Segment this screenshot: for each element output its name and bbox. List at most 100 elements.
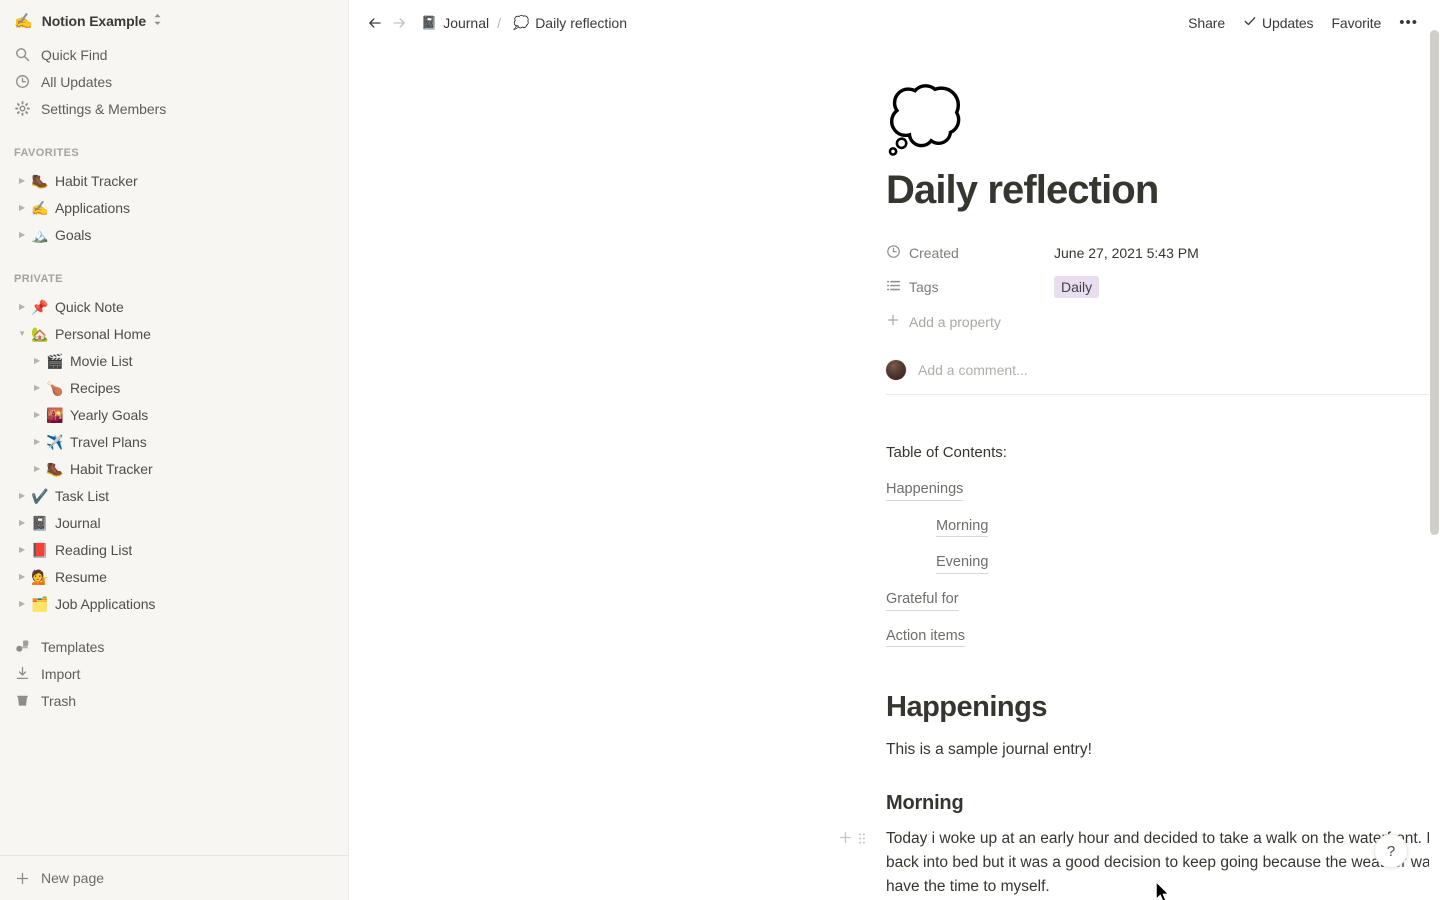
chevron-right-icon[interactable]: ▶ <box>14 545 30 554</box>
toc-link[interactable]: Happenings <box>886 480 964 501</box>
workspace-switcher[interactable]: ✍️ Notion Example <box>0 6 348 36</box>
comment-composer[interactable]: Add a comment... <box>886 360 1440 395</box>
toc-link[interactable]: Morning <box>936 517 989 538</box>
chevron-right-icon[interactable]: ▶ <box>14 203 30 212</box>
property-name-created[interactable]: Created <box>880 241 1048 265</box>
page-emoji-icon: 📓 <box>31 514 49 531</box>
property-row-tags: Tags Daily <box>886 270 1440 304</box>
chevron-right-icon[interactable]: ▶ <box>29 356 45 365</box>
toc-link[interactable]: Grateful for <box>886 590 959 611</box>
new-page-button[interactable]: New page <box>0 856 348 900</box>
sidebar-item-import[interactable]: Import <box>0 660 348 687</box>
drag-handle-icon[interactable] <box>857 831 867 848</box>
search-icon <box>14 46 31 63</box>
sidebar-item-settings-members[interactable]: Settings & Members <box>0 95 348 122</box>
share-button[interactable]: Share <box>1180 11 1233 35</box>
sidebar-item-label: Templates <box>41 638 105 655</box>
chevron-right-icon[interactable]: ▶ <box>14 572 30 581</box>
toc-link[interactable]: Evening <box>936 553 989 574</box>
property-name-tags[interactable]: Tags <box>880 275 1048 299</box>
sidebar-page-label: Applications <box>55 199 130 216</box>
toc-heading[interactable]: Table of Contents: <box>886 441 1440 464</box>
favorite-label: Favorite <box>1331 14 1382 31</box>
chevron-right-icon[interactable]: ▶ <box>29 410 45 419</box>
sidebar-page-resume[interactable]: ▶ 💁 Resume <box>0 563 348 590</box>
page-scrollbar[interactable] <box>1429 0 1440 900</box>
block-handles <box>838 830 867 848</box>
question-mark-icon: ? <box>1386 842 1396 860</box>
chevron-down-icon[interactable]: ▼ <box>14 329 30 338</box>
sidebar-page-recipes[interactable]: ▶ 🍗 Recipes <box>0 374 348 401</box>
page-emoji-icon: 📕 <box>31 541 49 558</box>
sidebar-page-label: Task List <box>55 487 110 504</box>
sidebar-footer: New page <box>0 855 348 900</box>
toc-entry-morning: Morning <box>936 517 1440 538</box>
forward-button[interactable] <box>387 11 411 35</box>
sidebar-item-templates[interactable]: Templates <box>0 633 348 660</box>
share-label: Share <box>1188 14 1225 31</box>
sidebar-scroll-area[interactable]: ✍️ Notion Example Quick Find All Updates <box>0 0 348 855</box>
page-icon-thought-balloon-icon[interactable]: 💭 <box>886 90 1440 152</box>
chevron-right-icon[interactable]: ▶ <box>14 176 30 185</box>
sidebar-page-journal[interactable]: ▶ 📓 Journal <box>0 509 348 536</box>
sidebar-page-applications[interactable]: ▶ ✍️ Applications <box>0 194 348 221</box>
sidebar-page-yearly-goals[interactable]: ▶ 🌇 Yearly Goals <box>0 401 348 428</box>
favorite-button[interactable]: Favorite <box>1323 11 1389 35</box>
sidebar-item-all-updates[interactable]: All Updates <box>0 68 348 95</box>
list-icon <box>886 278 901 296</box>
sidebar-page-label: Yearly Goals <box>70 406 149 423</box>
body-paragraph[interactable]: Today i woke up at an early hour and dec… <box>886 827 1440 899</box>
chevron-right-icon[interactable]: ▶ <box>14 599 30 608</box>
breadcrumb-journal[interactable]: 📓 Journal <box>415 13 495 33</box>
avatar <box>886 360 906 380</box>
toc-link[interactable]: Action items <box>886 627 965 648</box>
breadcrumb-separator: / <box>497 14 501 31</box>
chevron-right-icon[interactable]: ▶ <box>29 437 45 446</box>
chevron-right-icon[interactable]: ▶ <box>29 464 45 473</box>
sidebar-item-quick-find[interactable]: Quick Find <box>0 41 348 68</box>
property-label: Tags <box>909 279 939 295</box>
sidebar-page-habit-tracker[interactable]: ▶ 🥾 Habit Tracker <box>0 455 348 482</box>
sidebar-page-label: Habit Tracker <box>55 172 138 189</box>
sidebar-item-label: All Updates <box>41 73 113 90</box>
sidebar-page-personal-home[interactable]: ▼ 🏡 Personal Home <box>0 320 348 347</box>
chevron-right-icon[interactable]: ▶ <box>14 302 30 311</box>
help-button[interactable]: ? <box>1374 834 1408 868</box>
add-property-label: Add a property <box>909 313 1001 330</box>
comment-input-placeholder[interactable]: Add a comment... <box>918 362 1028 378</box>
scrollbar-thumb[interactable] <box>1430 30 1439 535</box>
property-value-created[interactable]: June 27, 2021 5:43 PM <box>1048 242 1205 264</box>
back-button[interactable] <box>363 11 387 35</box>
sidebar-page-goals[interactable]: ▶ 🏔️ Goals <box>0 221 348 248</box>
chevron-right-icon[interactable]: ▶ <box>14 230 30 239</box>
intro-paragraph[interactable]: This is a sample journal entry! <box>886 738 1440 762</box>
page-title[interactable]: Daily reflection <box>886 166 1440 214</box>
chevron-updown-icon <box>153 13 162 29</box>
sidebar-page-travel-plans[interactable]: ▶ ✈️ Travel Plans <box>0 428 348 455</box>
sidebar-page-movie-list[interactable]: ▶ 🎬 Movie List <box>0 347 348 374</box>
sidebar-page-task-list[interactable]: ▶ ✔️ Task List <box>0 482 348 509</box>
add-block-icon[interactable] <box>838 830 853 848</box>
chevron-right-icon[interactable]: ▶ <box>14 491 30 500</box>
chevron-right-icon[interactable]: ▶ <box>14 518 30 527</box>
chevron-right-icon[interactable]: ▶ <box>29 383 45 392</box>
sidebar-page-label: Journal <box>55 514 101 531</box>
page-emoji-icon: ✍️ <box>31 199 49 216</box>
sidebar-page-habit-tracker-fav[interactable]: ▶ 🥾 Habit Tracker <box>0 167 348 194</box>
page-scroll-container[interactable]: 💭 Daily reflection Created June 27, 2021… <box>349 45 1440 900</box>
subheading-morning[interactable]: Morning <box>886 792 1440 815</box>
sidebar-page-label: Travel Plans <box>70 433 147 450</box>
more-options-button[interactable]: ••• <box>1391 14 1426 32</box>
ellipsis-icon: ••• <box>1399 13 1418 31</box>
sidebar-page-reading-list[interactable]: ▶ 📕 Reading List <box>0 536 348 563</box>
add-property-button[interactable]: Add a property <box>880 309 1007 334</box>
updates-button[interactable]: Updates <box>1235 10 1321 35</box>
breadcrumb-daily-reflection[interactable]: 💭 Daily reflection <box>507 13 633 33</box>
sidebar-item-trash[interactable]: Trash <box>0 687 348 714</box>
sidebar-page-quick-note[interactable]: ▶ 📌 Quick Note <box>0 293 348 320</box>
property-value-tags[interactable]: Daily <box>1048 273 1105 301</box>
sidebar-page-label: Reading List <box>55 541 133 558</box>
section-heading-happenings[interactable]: Happenings <box>886 691 1440 724</box>
sidebar-page-label: Recipes <box>70 379 121 396</box>
sidebar-page-job-applications[interactable]: ▶ 🗂️ Job Applications <box>0 590 348 617</box>
